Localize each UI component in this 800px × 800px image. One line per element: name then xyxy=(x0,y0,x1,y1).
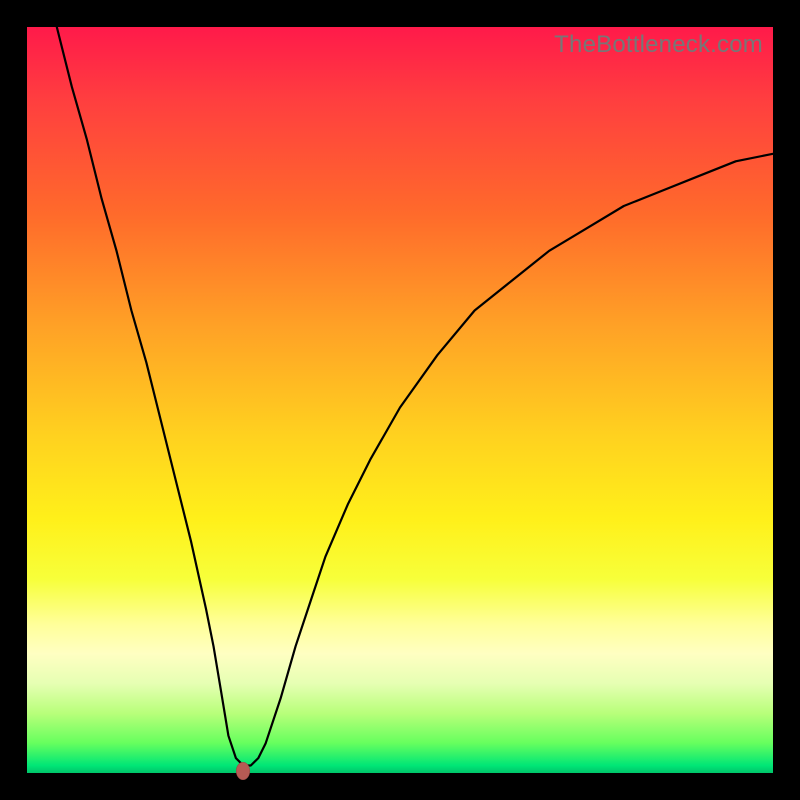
bottleneck-curve xyxy=(27,27,773,773)
plot-area: TheBottleneck.com xyxy=(27,27,773,773)
chart-frame: TheBottleneck.com xyxy=(0,0,800,800)
optimal-point-marker xyxy=(236,762,250,780)
